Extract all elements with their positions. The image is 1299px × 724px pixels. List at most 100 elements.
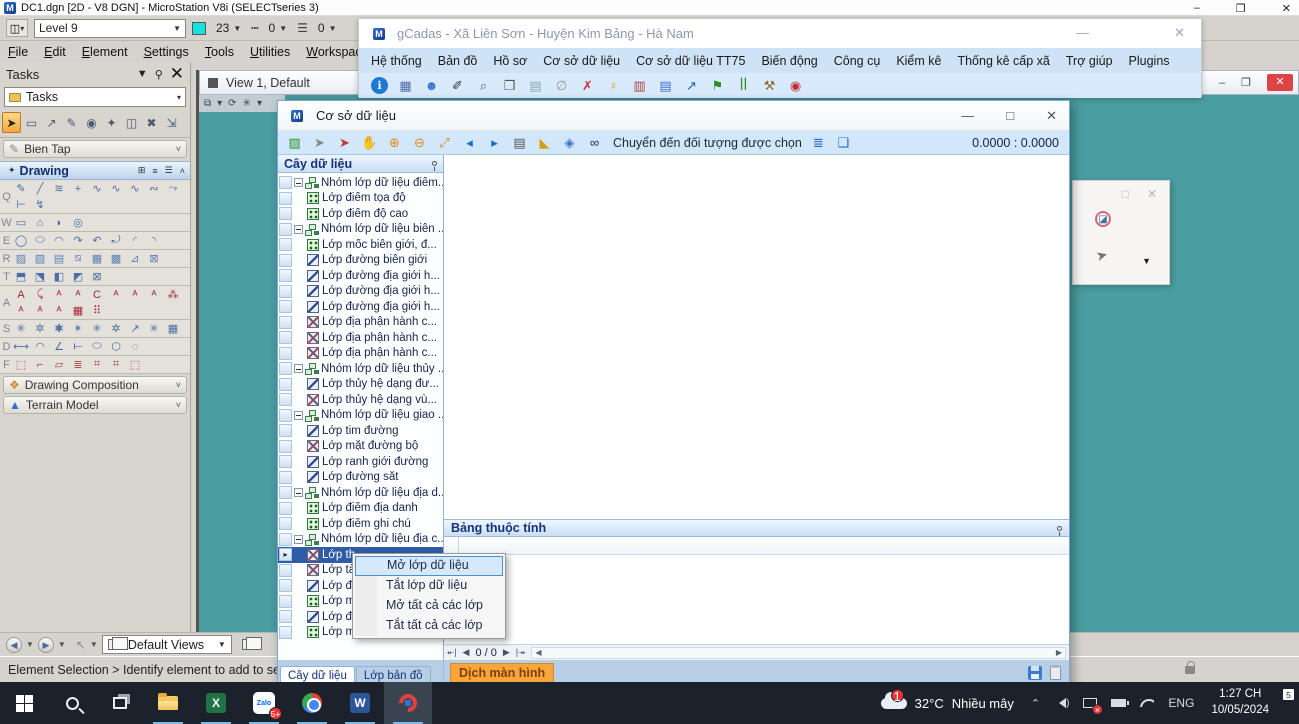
gcadas-menu-8[interactable]: Thống kê cấp xã <box>949 51 1057 71</box>
manage-view-groups-icon[interactable] <box>242 639 256 650</box>
row-selector-cell[interactable] <box>279 409 292 422</box>
drawing-tool-icon[interactable]: ⤾ <box>108 233 124 248</box>
tree-group-row[interactable]: Nhóm lớp dữ liệu biên ... <box>278 222 443 238</box>
float-maximize-button[interactable]: □ <box>1122 187 1129 201</box>
digitize-parcel-icon[interactable]: ✐ <box>449 77 466 94</box>
tree-layer-row[interactable]: Lớp đường địa giới h... <box>278 284 443 300</box>
tree-layer-row[interactable]: Lớp thủy hệ dạng đư... <box>278 377 443 393</box>
tree-layer-row[interactable]: Lớp địa phận hành c... <box>278 346 443 362</box>
drawing-tool-icon[interactable]: ◌ <box>127 339 143 354</box>
gcadas-minimize-button[interactable]: — <box>1076 25 1089 40</box>
row-selector-cell[interactable]: ▸ <box>279 548 292 561</box>
gcadas-close-button[interactable]: ✕ <box>1174 25 1185 41</box>
line-weight-select[interactable]: 0 ▼ <box>314 19 341 38</box>
users-icon[interactable]: ☻ <box>423 77 440 94</box>
gcadas-menu-0[interactable]: Hệ thống <box>363 51 430 71</box>
line-style-select[interactable]: 0 ▼ <box>265 19 292 38</box>
view-brightness-icon[interactable]: ✳ <box>243 98 251 109</box>
tasks-close-icon[interactable]: ✕ <box>170 64 184 84</box>
db-close-button[interactable]: ✕ <box>1046 108 1057 124</box>
drawing-tool-icon[interactable]: + <box>70 181 86 196</box>
collapse-icon[interactable]: ˄ <box>180 166 185 176</box>
section-drawing-composition[interactable]: ❖ Drawing Composition ˅ <box>3 376 187 394</box>
maximize-button[interactable]: ❐ <box>1236 2 1246 15</box>
gcadas-menu-7[interactable]: Kiểm kê <box>888 51 949 71</box>
drawing-tool-icon[interactable]: ⟷ <box>13 339 29 354</box>
pointer-tool-icon[interactable]: ↖ <box>76 638 86 652</box>
speaker-icon[interactable]: ) <box>1047 698 1076 709</box>
gcadas-menu-1[interactable]: Bản đồ <box>430 51 486 71</box>
row-selector-cell[interactable] <box>279 207 292 220</box>
collapse-expander-icon[interactable] <box>294 488 303 497</box>
explorer-taskbar-button[interactable] <box>144 682 192 724</box>
measure-icon[interactable]: ◣ <box>536 134 553 151</box>
drawing-tool-icon[interactable]: ∾ <box>146 181 162 196</box>
drawing-tool-icon[interactable]: ᴬ <box>146 287 162 302</box>
close-button[interactable]: ✕ <box>1282 2 1291 15</box>
context-menu-item-1[interactable]: Tắt lớp dữ liệu <box>355 576 503 596</box>
drawing-tool-icon[interactable]: ◝ <box>146 233 162 248</box>
database-titlebar[interactable]: M Cơ sở dữ liệu — □ ✕ <box>278 101 1069 131</box>
zoom-fit-icon[interactable]: ⤢ <box>436 134 453 151</box>
drawing-tool-icon[interactable]: ◜ <box>127 233 143 248</box>
row-selector-cell[interactable] <box>279 176 292 189</box>
dropdown-caret-icon[interactable]: ▼ <box>90 640 98 649</box>
row-selector-cell[interactable] <box>279 285 292 298</box>
drawing-tool-icon[interactable]: ⤹ <box>32 287 48 302</box>
drawing-tool-icon[interactable]: ✳ <box>89 321 105 336</box>
chevron-up-icon[interactable]: ⌃ <box>1024 697 1047 710</box>
drawing-tool-icon[interactable]: ⬒ <box>13 269 29 284</box>
microstation-taskbar-button[interactable] <box>384 682 432 724</box>
delete-icon[interactable]: ✗ <box>579 77 596 94</box>
selection-arrow-icon[interactable]: ➤ <box>2 112 21 133</box>
dropdown-caret-icon[interactable]: ▼ <box>26 640 34 649</box>
drawing-tool-icon[interactable]: ▤ <box>51 251 67 266</box>
drawing-tool-icon[interactable]: ᴬ <box>127 287 143 302</box>
drawing-tool-icon[interactable]: ᴬ <box>51 303 67 318</box>
task-view-taskbar-button[interactable] <box>96 682 144 724</box>
drawing-tool-icon[interactable]: ↷ <box>70 233 86 248</box>
layout-detail-icon[interactable]: ☰ <box>165 165 173 176</box>
float-close-button[interactable]: ✕ <box>1147 187 1157 201</box>
fence-icon[interactable]: ❒ <box>501 77 518 94</box>
palette-icon[interactable]: ◉ <box>82 112 101 133</box>
menu-workspace[interactable]: Workspace <box>298 43 360 61</box>
drawing-tool-icon[interactable]: ◗ <box>51 215 67 230</box>
menu-settings[interactable]: Settings <box>136 43 197 61</box>
gcadas-menu-6[interactable]: Công cụ <box>826 51 889 71</box>
wrench-search-icon[interactable]: ⌕ <box>475 77 492 94</box>
row-selector-cell[interactable] <box>279 626 292 639</box>
move-element-icon[interactable]: ↗ <box>42 112 61 133</box>
row-selector-cell[interactable] <box>279 362 292 375</box>
drawing-tool-icon[interactable]: ▨ <box>13 251 29 266</box>
add-layer-icon[interactable]: ▨ <box>286 134 303 151</box>
dropdown-caret-icon[interactable]: ▾ <box>257 98 262 109</box>
row-selector-cell[interactable] <box>279 595 292 608</box>
drawing-tool-icon[interactable]: ≋ <box>51 181 67 196</box>
drawing-tool-icon[interactable]: ✳ <box>13 321 29 336</box>
translate-screen-button[interactable]: Dịch màn hình <box>450 663 554 683</box>
start-taskbar-button[interactable] <box>0 682 48 724</box>
drop-element-icon[interactable]: ⇲ <box>162 112 181 133</box>
info-icon[interactable]: ℹ <box>371 77 388 94</box>
drawing-tool-icon[interactable]: ⌗ <box>108 357 124 372</box>
cursor-icon[interactable]: ➤ <box>1094 230 1170 266</box>
drawing-tool-icon[interactable]: ▦ <box>165 321 181 336</box>
drawing-tool-icon[interactable]: ⌐ <box>32 357 48 372</box>
menu-element[interactable]: Element <box>74 43 136 61</box>
zalo-taskbar-button[interactable]: Zalo5+ <box>240 682 288 724</box>
drawing-tool-icon[interactable]: ⬚ <box>13 357 29 372</box>
drawing-tool-icon[interactable]: ∠ <box>51 339 67 354</box>
row-selector-cell[interactable] <box>279 440 292 453</box>
drawing-tool-icon[interactable]: ▦ <box>89 251 105 266</box>
row-selector-cell[interactable] <box>279 378 292 391</box>
navigate-icon[interactable]: ◈ <box>561 134 578 151</box>
section-terrain-model[interactable]: ▲ Terrain Model ˅ <box>3 396 187 414</box>
tree-group-row[interactable]: Nhóm lớp dữ liệu địa d... <box>278 485 443 501</box>
view-group-select[interactable]: Default Views ▼ <box>102 635 232 654</box>
row-selector-cell[interactable] <box>279 517 292 530</box>
row-selector-cell[interactable] <box>279 223 292 236</box>
highlight-icon[interactable]: ✦ <box>102 112 121 133</box>
scroll-right-icon[interactable]: ▶ <box>1056 648 1062 657</box>
drawing-tool-icon[interactable]: ⬡ <box>108 339 124 354</box>
